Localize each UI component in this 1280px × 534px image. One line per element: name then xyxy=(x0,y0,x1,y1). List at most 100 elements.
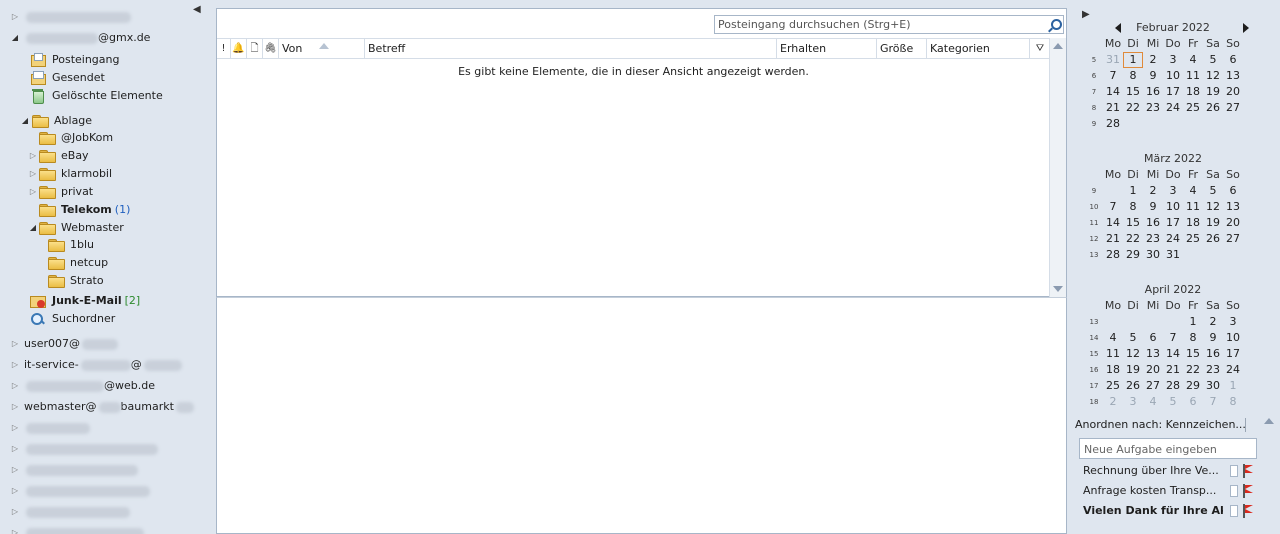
calendar-day[interactable]: 2 xyxy=(1103,394,1123,410)
new-task-box[interactable] xyxy=(1079,438,1257,459)
calendar-day[interactable]: 7 xyxy=(1203,394,1223,410)
task-checkbox[interactable] xyxy=(1230,465,1238,477)
folder-junk[interactable]: Junk-E-Mail [2] xyxy=(30,292,140,310)
calendar-day[interactable]: 30 xyxy=(1203,378,1223,394)
folder-search[interactable]: Suchordner xyxy=(30,310,115,328)
calendar-day[interactable]: 8 xyxy=(1223,394,1243,410)
folder-sent[interactable]: Gesendet xyxy=(30,69,105,87)
calendar-day[interactable]: 13 xyxy=(1223,199,1243,215)
next-month-icon[interactable] xyxy=(1243,23,1249,33)
calendar-day[interactable]: 9 xyxy=(1203,330,1223,346)
calendar-day[interactable]: 28 xyxy=(1103,247,1123,263)
calendar-day[interactable]: 2 xyxy=(1203,314,1223,330)
calendar-day[interactable]: 16 xyxy=(1143,215,1163,231)
folder-ebay[interactable]: ▷ eBay xyxy=(28,147,89,165)
calendar-day[interactable]: 7 xyxy=(1103,68,1123,84)
calendar-day[interactable]: 19 xyxy=(1203,215,1223,231)
calendar-day[interactable]: 8 xyxy=(1123,68,1143,84)
calendar-day[interactable]: 9 xyxy=(1143,199,1163,215)
received-column[interactable]: Erhalten xyxy=(777,39,877,59)
expand-icon[interactable]: ▷ xyxy=(10,356,20,374)
expand-icon[interactable]: ▷ xyxy=(28,147,38,165)
calendar-day[interactable]: 27 xyxy=(1223,231,1243,247)
search-input[interactable] xyxy=(718,17,1043,32)
calendar-day[interactable]: 23 xyxy=(1143,100,1163,116)
instant-search-box[interactable] xyxy=(714,15,1064,34)
calendar-day[interactable]: 24 xyxy=(1223,362,1243,378)
calendar-day[interactable]: 25 xyxy=(1183,231,1203,247)
account-row-it-service[interactable]: ▷ it-service- @ xyxy=(10,356,182,374)
expand-icon[interactable]: ▷ xyxy=(10,398,20,416)
account-row-blurred[interactable]: ▷ xyxy=(10,524,144,534)
folder-netcup[interactable]: netcup xyxy=(48,254,108,272)
calendar-day[interactable]: 25 xyxy=(1183,100,1203,116)
calendar-day[interactable]: 6 xyxy=(1143,330,1163,346)
expand-icon[interactable]: ▷ xyxy=(10,377,20,395)
calendar-day[interactable]: 2 xyxy=(1143,52,1163,68)
calendar-day[interactable]: 4 xyxy=(1103,330,1123,346)
calendar-day[interactable]: 17 xyxy=(1223,346,1243,362)
calendar-day[interactable]: 22 xyxy=(1183,362,1203,378)
calendar-day[interactable]: 1 xyxy=(1223,378,1243,394)
calendar-day[interactable]: 23 xyxy=(1203,362,1223,378)
scroll-down-icon[interactable] xyxy=(1053,286,1063,292)
task-item[interactable]: Rechnung über Ihre Ve... xyxy=(1083,462,1263,480)
item-type-column-icon[interactable]: 🗋 xyxy=(247,39,263,59)
scroll-up-icon[interactable] xyxy=(1053,43,1063,49)
calendar-day[interactable]: 5 xyxy=(1203,183,1223,199)
previous-month-icon[interactable] xyxy=(1115,23,1121,33)
folder-deleted[interactable]: Gelöschte Elemente xyxy=(30,87,163,105)
account-row-gmx[interactable]: ◢ @gmx.de xyxy=(10,29,151,47)
calendar-day[interactable]: 4 xyxy=(1143,394,1163,410)
calendar-day[interactable]: 7 xyxy=(1103,199,1123,215)
categories-column[interactable]: Kategorien xyxy=(927,39,1030,59)
calendar-day[interactable]: 10 xyxy=(1163,199,1183,215)
account-row-blurred[interactable]: ▷ xyxy=(10,461,138,479)
folder-inbox[interactable]: Posteingang xyxy=(30,51,120,69)
task-checkbox[interactable] xyxy=(1230,505,1238,517)
calendar-day[interactable]: 22 xyxy=(1123,231,1143,247)
folder-privat[interactable]: ▷ privat xyxy=(28,183,93,201)
expand-icon[interactable]: ▷ xyxy=(10,440,20,458)
calendar-day[interactable]: 15 xyxy=(1123,215,1143,231)
calendar-day[interactable]: 14 xyxy=(1163,346,1183,362)
calendar-day[interactable]: 13 xyxy=(1223,68,1243,84)
expand-icon[interactable]: ▷ xyxy=(10,335,20,353)
calendar-day[interactable]: 12 xyxy=(1203,199,1223,215)
calendar-day[interactable]: 24 xyxy=(1163,100,1183,116)
calendar-day[interactable]: 10 xyxy=(1223,330,1243,346)
calendar-day[interactable]: 19 xyxy=(1123,362,1143,378)
folder-1blu[interactable]: 1blu xyxy=(48,236,94,254)
calendar-day[interactable]: 25 xyxy=(1103,378,1123,394)
calendar-day[interactable]: 28 xyxy=(1103,116,1123,132)
calendar-day[interactable]: 12 xyxy=(1123,346,1143,362)
task-item[interactable]: Vielen Dank für Ihre Ak... xyxy=(1083,502,1263,520)
calendar-day[interactable]: 27 xyxy=(1143,378,1163,394)
reminder-column-icon[interactable]: 🔔 xyxy=(231,39,247,59)
calendar-day[interactable]: 31 xyxy=(1103,52,1123,68)
account-row-1[interactable]: ▷ xyxy=(10,8,131,26)
calendar-day[interactable]: 16 xyxy=(1203,346,1223,362)
account-row-blurred[interactable]: ▷ xyxy=(10,419,90,437)
calendar-day[interactable]: 11 xyxy=(1183,199,1203,215)
calendar-day[interactable]: 14 xyxy=(1103,84,1123,100)
flag-icon[interactable] xyxy=(1241,504,1255,518)
calendar-day[interactable]: 3 xyxy=(1163,52,1183,68)
calendar-day[interactable]: 1 xyxy=(1183,314,1203,330)
calendar-day[interactable]: 21 xyxy=(1163,362,1183,378)
expand-icon[interactable]: ▷ xyxy=(10,503,20,521)
calendar-day[interactable]: 2 xyxy=(1143,183,1163,199)
calendar-day[interactable]: 18 xyxy=(1103,362,1123,378)
collapse-icon[interactable]: ◢ xyxy=(10,29,20,47)
calendar-day[interactable]: 12 xyxy=(1203,68,1223,84)
flag-icon[interactable] xyxy=(1241,464,1255,478)
from-column[interactable]: Von xyxy=(279,39,365,59)
subject-column[interactable]: Betreff xyxy=(365,39,777,59)
calendar-day[interactable]: 16 xyxy=(1143,84,1163,100)
calendar-day[interactable]: 7 xyxy=(1163,330,1183,346)
calendar-day[interactable]: 28 xyxy=(1163,378,1183,394)
calendar-day[interactable]: 5 xyxy=(1203,52,1223,68)
calendar-day[interactable]: 24 xyxy=(1163,231,1183,247)
calendar-day[interactable]: 4 xyxy=(1183,183,1203,199)
account-row-blurred[interactable]: ▷ xyxy=(10,440,158,458)
